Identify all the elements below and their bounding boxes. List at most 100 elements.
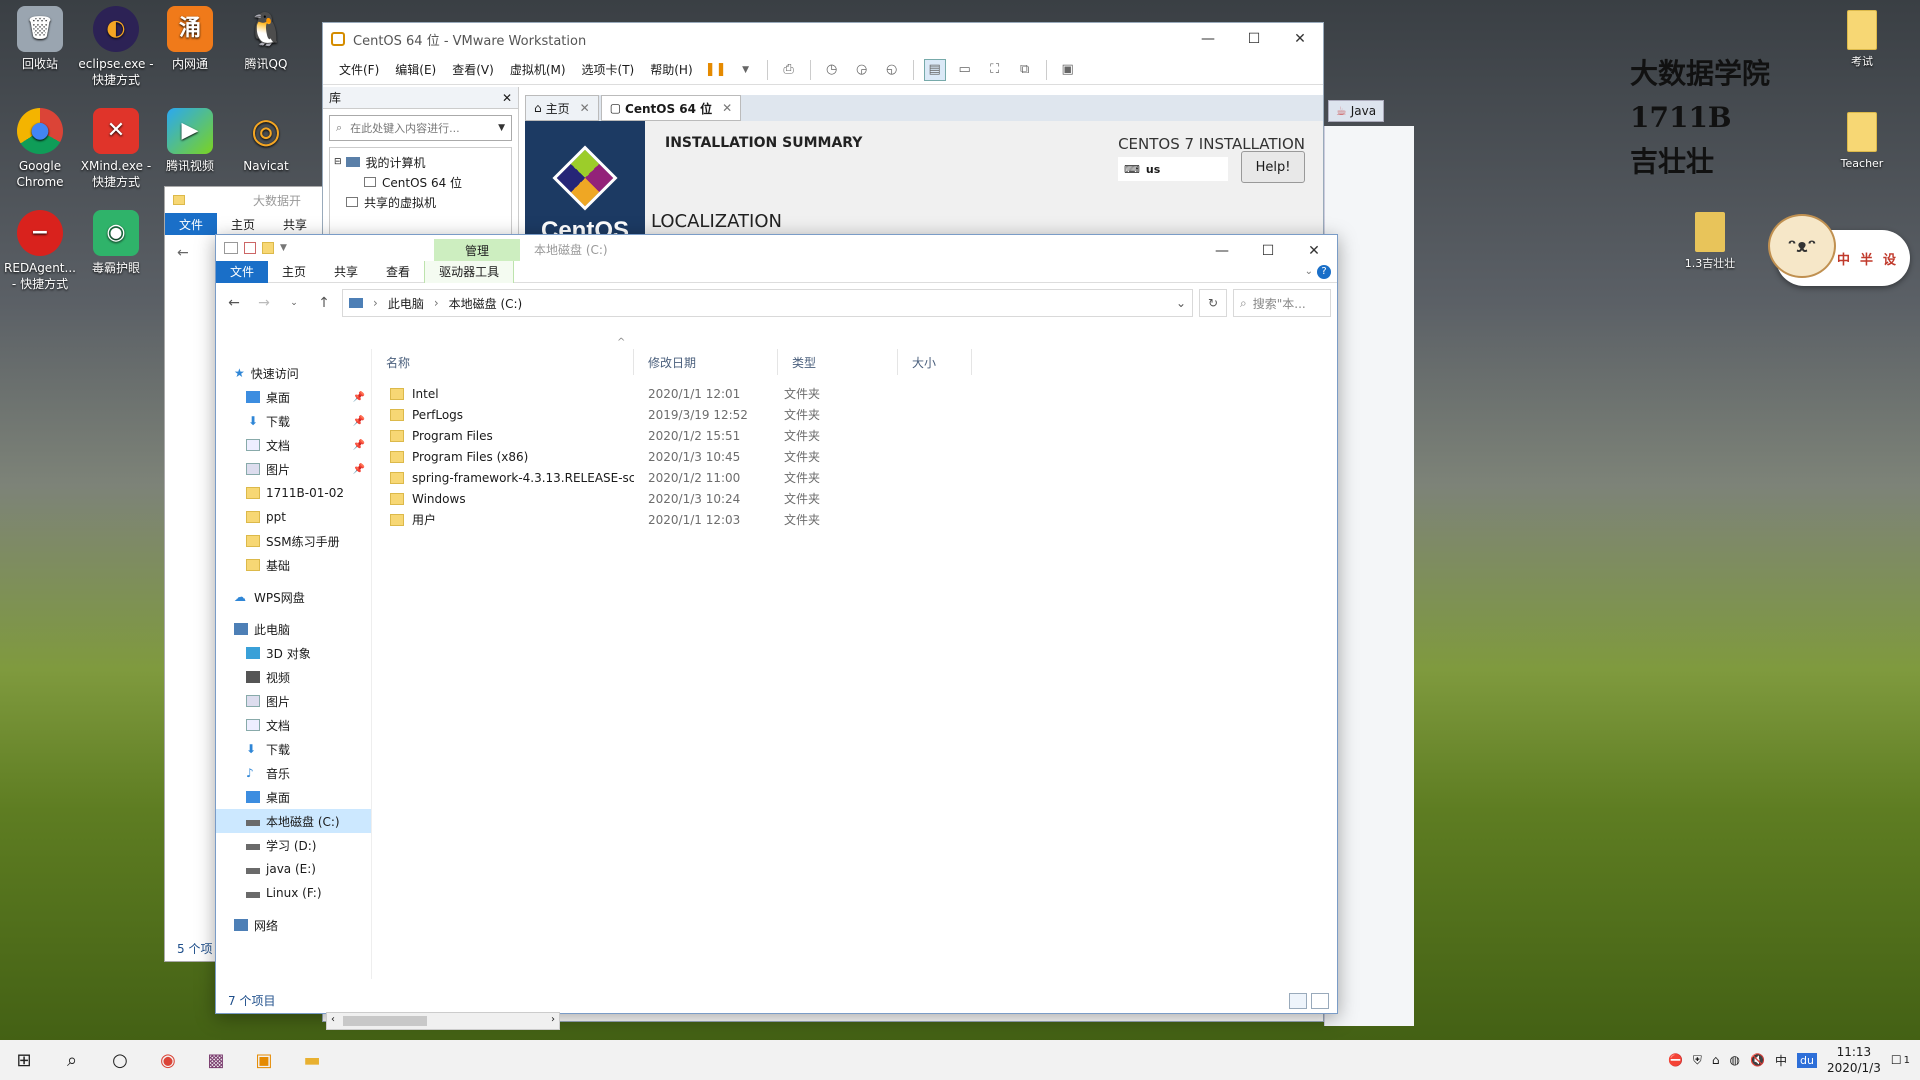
menu-help[interactable]: 帮助(H) [642,61,700,78]
nav-item-desktop[interactable]: 桌面 📌 [216,385,371,409]
file-row[interactable]: Windows 2020/1/3 10:24 文件夹 [372,488,1337,509]
checklist-icon[interactable] [244,242,256,254]
nav-item-downloads[interactable]: ⬇ 下载 [216,737,371,761]
nav-item-documents[interactable]: 文档 📌 [216,433,371,457]
column-header-date[interactable]: 修改日期 [634,349,778,375]
library-search-input[interactable]: ⌕ 在此处键入内容进行... ▼ [329,115,512,141]
pet-option[interactable]: 设 [1883,249,1896,268]
menu-tabs[interactable]: 选项卡(T) [574,61,643,78]
search-icon[interactable]: ⌕ [48,1040,96,1080]
volume-muted-icon[interactable]: 🔇 [1750,1053,1765,1067]
file-row[interactable]: PerfLogs 2019/3/19 12:52 文件夹 [372,404,1337,425]
nav-item-desktop[interactable]: 桌面 [216,785,371,809]
snapshot-icon[interactable]: ◷ [821,59,843,81]
pin-icon[interactable]: 📌 [353,464,365,475]
chevron-down-icon[interactable]: ▼ [280,243,287,253]
nav-item-documents[interactable]: 文档 [216,713,371,737]
close-icon[interactable]: ✕ [1277,23,1323,55]
snapshot-restore-icon[interactable]: ◶ [851,59,873,81]
column-header-name[interactable]: 名称 [372,349,634,375]
nav-item-videos[interactable]: 视频 [216,665,371,689]
desktop-icon-neiwangtong[interactable]: 涌 内网通 [150,6,230,72]
new-folder-icon[interactable] [262,242,274,254]
column-header-size[interactable]: 大小 [898,349,972,375]
nav-item-downloads[interactable]: ⬇ 下载 📌 [216,409,371,433]
menu-view[interactable]: 查看(V) [444,61,502,78]
forward-arrow-icon[interactable]: → [252,291,276,315]
desktop-icon-qq[interactable]: 🐧 腾讯QQ [226,6,306,72]
nav-item-folder[interactable]: 基础 [216,553,371,577]
redagent-tray-icon[interactable]: ⛔ [1668,1053,1683,1067]
back-arrow-icon[interactable]: ← [222,291,246,315]
chevron-down-icon[interactable]: ▼ [498,123,505,133]
desktop-icon-redagent[interactable]: − REDAgent... - 快捷方式 [0,210,80,292]
pet-option[interactable]: 中 [1837,249,1850,268]
scroll-left-icon[interactable]: ‹ [331,1014,335,1025]
notification-icon[interactable]: ☐ 1 [1891,1053,1910,1067]
nav-item-f-drive[interactable]: Linux (F:) [216,881,371,905]
up-arrow-icon[interactable]: ↑ [312,291,336,315]
scrollbar-thumb[interactable] [343,1016,427,1026]
nav-item-folder[interactable]: ppt [216,505,371,529]
menu-edit[interactable]: 编辑(E) [387,61,444,78]
pin-icon[interactable]: 📌 [353,416,365,427]
breadcrumb-c-drive[interactable]: 本地磁盘 (C:) [449,295,523,312]
help-button[interactable]: Help! [1241,151,1305,183]
close-icon[interactable]: ✕ [580,101,590,115]
fullscreen-icon[interactable]: ⛶ [984,59,1006,81]
close-icon[interactable]: ✕ [502,91,512,105]
nav-item-folder[interactable]: 1711B-01-02 [216,481,371,505]
thumbnail-bar-icon[interactable]: ▭ [954,59,976,81]
nav-item-pictures[interactable]: 图片 📌 [216,457,371,481]
maximize-icon[interactable]: ☐ [1231,23,1277,55]
file-row[interactable]: Program Files 2020/1/2 15:51 文件夹 [372,425,1337,446]
desktop-icon-navicat[interactable]: ◎ Navicat [226,108,306,174]
baidu-ime-icon[interactable]: du [1796,1052,1817,1068]
tree-item-my-computer[interactable]: ⊟ 我的计算机 [334,152,507,172]
nav-item-c-drive[interactable]: 本地磁盘 (C:) [216,809,371,833]
windows-start-icon[interactable]: ⊞ [0,1040,48,1080]
back-arrow-icon[interactable]: ← [177,245,189,261]
minimize-icon[interactable]: — [1185,23,1231,55]
tab-centos[interactable]: ▢ CentOS 64 位 ✕ [600,95,742,121]
security-tray-icon[interactable]: ⛨ [1693,1053,1702,1068]
large-icons-view-icon[interactable] [1311,993,1329,1009]
desktop-icon-tencent-video[interactable]: ▶ 腾讯视频 [150,108,230,174]
collapse-icon[interactable]: ⊟ [334,157,342,167]
desktop-icon-jizz[interactable]: 1.3吉壮壮 [1670,212,1750,272]
desktop-icon-kaoshi[interactable]: 考试 [1822,10,1902,70]
ribbon-tab-share[interactable]: 共享 [320,261,372,283]
desktop-icon-xmind[interactable]: ✕ XMind.exe - 快捷方式 [76,108,156,190]
pause-icon[interactable]: ❚❚ [705,59,727,81]
globe-tray-icon[interactable]: ◍ [1730,1053,1740,1067]
keyboard-layout-indicator[interactable]: ⌨ us [1118,157,1228,181]
nav-network[interactable]: 网络 [216,913,371,937]
file-row[interactable]: spring-framework-4.3.13.RELEASE-sc... 202… [372,467,1337,488]
refresh-icon[interactable]: ↻ [1199,289,1227,317]
ribbon-tab-file[interactable]: 文件 [216,260,269,283]
breadcrumb-this-pc[interactable]: 此电脑 [388,295,424,312]
pin-icon[interactable]: 📌 [353,392,365,403]
bg-ribbon-tab-share[interactable]: 共享 [269,213,321,235]
recent-locations-icon[interactable]: ⌄ [282,291,306,315]
ime-tray-icon[interactable]: 中 [1775,1052,1787,1069]
desktop-icon-eclipse[interactable]: ◐ eclipse.exe - 快捷方式 [76,6,156,88]
bg-ribbon-tab-home[interactable]: 主页 [217,213,269,235]
horizontal-scrollbar[interactable]: ‹ › [326,1012,560,1030]
pet-option[interactable]: 半 [1860,249,1873,268]
ribbon-tab-view[interactable]: 查看 [372,261,424,283]
desktop-pet-widget[interactable]: ᵔᴥᵔ 中 半 设 [1768,214,1910,286]
pin-icon[interactable]: 📌 [353,440,365,451]
menu-vm[interactable]: 虚拟机(M) [502,61,574,78]
ribbon-tab-drive-tools[interactable]: 驱动器工具 [424,260,515,283]
nav-wps-cloud[interactable]: ☁ WPS网盘 [216,585,371,609]
desktop-icon-recycle-bin[interactable]: 🗑 回收站 [0,6,80,72]
nav-item-pictures[interactable]: 图片 [216,689,371,713]
file-row[interactable]: 用户 2020/1/1 12:03 文件夹 [372,509,1337,530]
nav-this-pc[interactable]: 此电脑 [216,617,371,641]
bg-ribbon-tab-file[interactable]: 文件 [165,213,218,235]
address-bar[interactable]: › 此电脑 › 本地磁盘 (C:) ⌄ [342,289,1193,317]
tree-item-shared[interactable]: 共享的虚拟机 [334,192,507,212]
ribbon-tab-home[interactable]: 主页 [268,261,320,283]
scroll-right-icon[interactable]: › [551,1014,555,1025]
